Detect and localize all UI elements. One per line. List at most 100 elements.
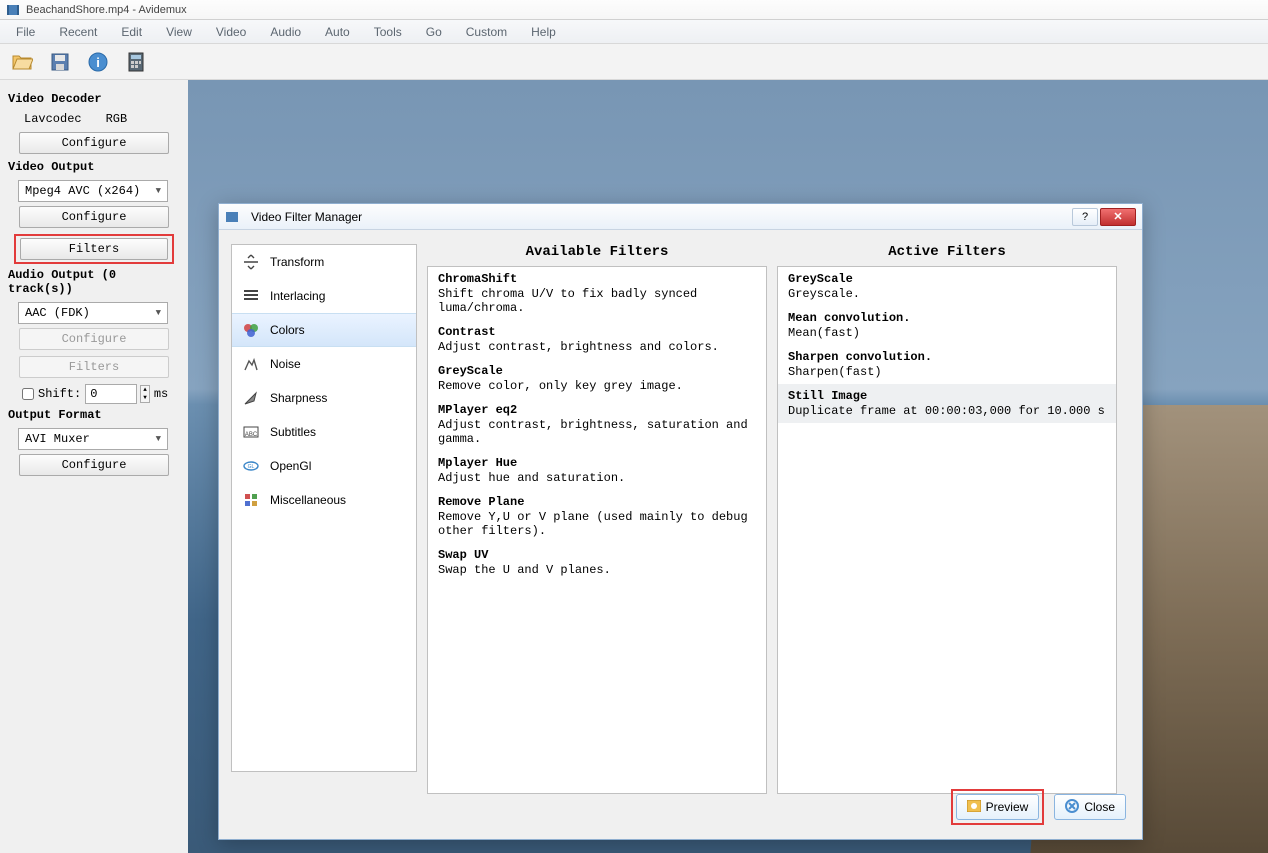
category-label: OpenGl [270, 459, 311, 473]
filter-description: Adjust hue and saturation. [438, 471, 756, 485]
transform-icon [242, 253, 260, 271]
dialog-title: Video Filter Manager [251, 210, 1072, 224]
preview-button-label: Preview [986, 800, 1029, 814]
video-output-configure-button[interactable]: Configure [19, 206, 169, 228]
chevron-down-icon: ▼ [156, 308, 161, 318]
decoder-configure-button[interactable]: Configure [19, 132, 169, 154]
preview-button[interactable]: Preview [956, 794, 1040, 820]
filter-description: Adjust contrast, brightness and colors. [438, 340, 756, 354]
filter-name: Sharpen convolution. [788, 350, 1106, 364]
category-colors[interactable]: Colors [232, 313, 416, 347]
preview-icon [967, 800, 981, 815]
filter-name: Swap UV [438, 548, 756, 562]
category-subtitles[interactable]: ABC Subtitles [232, 415, 416, 449]
shift-unit: ms [154, 387, 168, 401]
shift-input[interactable]: 0 [85, 384, 137, 404]
window-title: BeachandShore.mp4 - Avidemux [26, 4, 187, 16]
category-label: Colors [270, 323, 305, 337]
svg-text:ABC: ABC [245, 432, 258, 438]
menu-view[interactable]: View [156, 23, 202, 41]
svg-text:i: i [96, 55, 100, 70]
opengl-icon: GL [242, 457, 260, 475]
filter-name: Mplayer Hue [438, 456, 756, 470]
category-interlacing[interactable]: Interlacing [232, 279, 416, 313]
dialog-help-button[interactable]: ? [1072, 208, 1098, 226]
video-decoder-label: Video Decoder [8, 92, 180, 106]
output-format-configure-button[interactable]: Configure [19, 454, 169, 476]
filter-description: Duplicate frame at 00:00:03,000 for 10.0… [788, 404, 1106, 418]
active-filters-header: Active Filters [777, 244, 1117, 262]
svg-text:GL: GL [248, 464, 255, 470]
active-filter-item[interactable]: Sharpen convolution.Sharpen(fast) [778, 345, 1116, 384]
output-format-label: Output Format [8, 408, 180, 422]
video-output-value: Mpeg4 AVC (x264) [25, 184, 140, 198]
decoder-mode: RGB [106, 112, 128, 126]
close-button[interactable]: Close [1054, 794, 1126, 820]
close-icon [1065, 799, 1079, 816]
category-label: Subtitles [270, 425, 316, 439]
category-opengl[interactable]: GL OpenGl [232, 449, 416, 483]
save-icon[interactable] [48, 50, 72, 74]
preview-highlight: Preview [951, 789, 1045, 825]
calculator-icon[interactable] [124, 50, 148, 74]
available-filter-item[interactable]: MPlayer eq2Adjust contrast, brightness, … [428, 398, 766, 451]
filter-name: ChromaShift [438, 272, 756, 286]
menu-file[interactable]: File [6, 23, 45, 41]
filter-name: MPlayer eq2 [438, 403, 756, 417]
available-filter-item[interactable]: GreyScaleRemove color, only key grey ima… [428, 359, 766, 398]
active-filter-item[interactable]: Mean convolution.Mean(fast) [778, 306, 1116, 345]
shift-checkbox[interactable] [22, 388, 34, 400]
audio-configure-button: Configure [19, 328, 169, 350]
available-filter-item[interactable]: ContrastAdjust contrast, brightness and … [428, 320, 766, 359]
category-transform[interactable]: Transform [232, 245, 416, 279]
colors-icon [242, 321, 260, 339]
chevron-down-icon: ▼ [156, 434, 161, 444]
menu-edit[interactable]: Edit [111, 23, 152, 41]
decoder-codec: Lavcodec [24, 112, 82, 126]
available-filter-item[interactable]: Mplayer HueAdjust hue and saturation. [428, 451, 766, 490]
menu-custom[interactable]: Custom [456, 23, 517, 41]
filter-name: Mean convolution. [788, 311, 1106, 325]
active-filter-item[interactable]: GreyScaleGreyscale. [778, 267, 1116, 306]
chevron-down-icon: ▼ [156, 186, 161, 196]
filter-description: Shift chroma U/V to fix badly synced lum… [438, 287, 756, 315]
filter-description: Swap the U and V planes. [438, 563, 756, 577]
menu-bar: File Recent Edit View Video Audio Auto T… [0, 20, 1268, 44]
menu-help[interactable]: Help [521, 23, 566, 41]
filter-name: GreyScale [438, 364, 756, 378]
available-filter-item[interactable]: Swap UVSwap the U and V planes. [428, 543, 766, 582]
category-misc[interactable]: Miscellaneous [232, 483, 416, 517]
open-icon[interactable] [10, 50, 34, 74]
video-filters-button[interactable]: Filters [20, 238, 168, 260]
toolbar: i [0, 44, 1268, 80]
video-output-select[interactable]: Mpeg4 AVC (x264) ▼ [18, 180, 168, 202]
output-format-select[interactable]: AVI Muxer ▼ [18, 428, 168, 450]
category-noise[interactable]: Noise [232, 347, 416, 381]
subtitles-icon: ABC [242, 423, 260, 441]
spinner-arrows[interactable]: ▲▼ [140, 385, 150, 403]
menu-video[interactable]: Video [206, 23, 256, 41]
available-filter-item[interactable]: Remove PlaneRemove Y,U or V plane (used … [428, 490, 766, 543]
shift-label: Shift: [38, 387, 81, 401]
active-filter-item[interactable]: Still ImageDuplicate frame at 00:00:03,0… [778, 384, 1116, 423]
menu-recent[interactable]: Recent [49, 23, 107, 41]
dialog-close-button[interactable]: ✕ [1100, 208, 1136, 226]
audio-output-label: Audio Output (0 track(s)) [8, 268, 180, 296]
menu-tools[interactable]: Tools [364, 23, 412, 41]
dialog-title-bar[interactable]: Video Filter Manager ? ✕ [219, 204, 1142, 230]
app-icon [6, 3, 20, 17]
menu-go[interactable]: Go [416, 23, 452, 41]
dialog-icon [225, 210, 239, 224]
category-sharpness[interactable]: Sharpness [232, 381, 416, 415]
audio-output-select[interactable]: AAC (FDK) ▼ [18, 302, 168, 324]
available-filter-item[interactable]: ChromaShiftShift chroma U/V to fix badly… [428, 267, 766, 320]
video-filter-manager-dialog: Video Filter Manager ? ✕ TransformInterl… [218, 203, 1143, 840]
menu-auto[interactable]: Auto [315, 23, 360, 41]
filter-name: Remove Plane [438, 495, 756, 509]
video-output-label: Video Output [8, 160, 180, 174]
menu-audio[interactable]: Audio [260, 23, 311, 41]
misc-icon [242, 491, 260, 509]
info-icon[interactable]: i [86, 50, 110, 74]
filter-description: Sharpen(fast) [788, 365, 1106, 379]
interlacing-icon [242, 287, 260, 305]
